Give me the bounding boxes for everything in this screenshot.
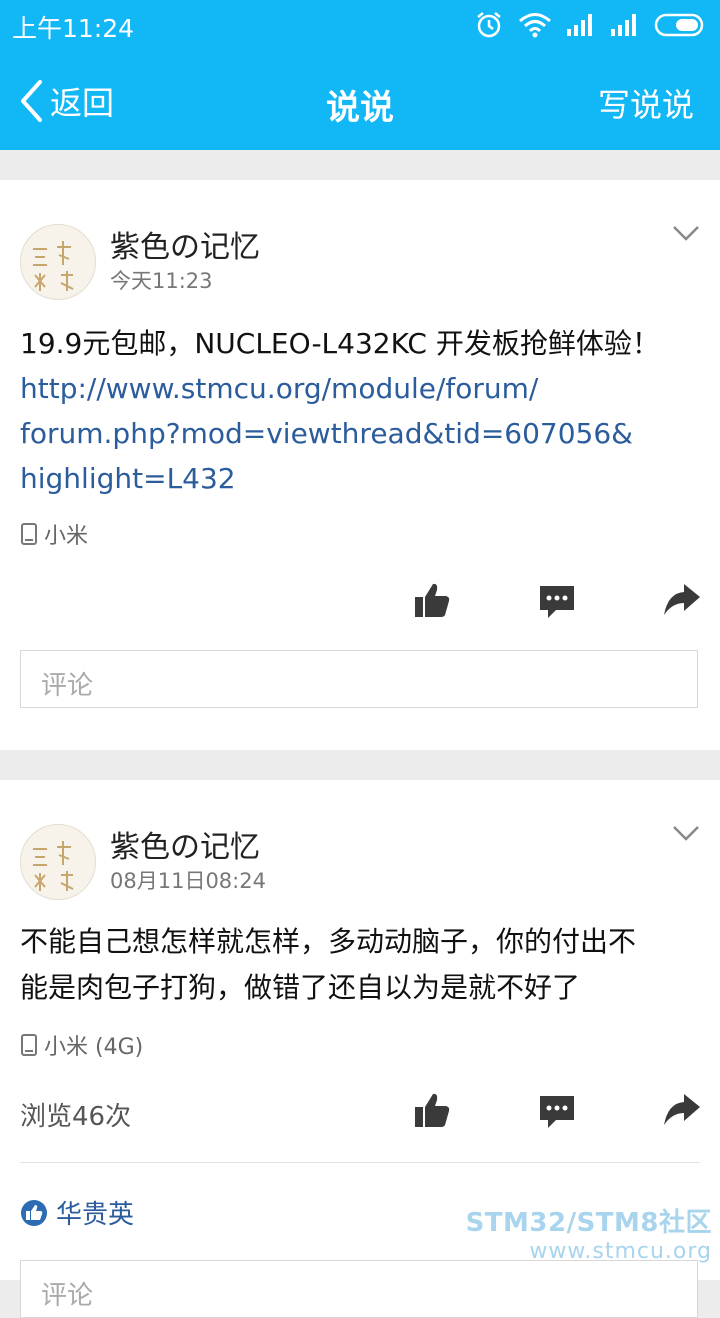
post-time: 08月11日08:24 xyxy=(110,869,266,893)
share-icon[interactable] xyxy=(662,583,702,617)
post-text-line: 能是肉包子打狗，做错了还自以为是就不好了 xyxy=(20,971,581,1004)
battery-icon xyxy=(654,13,704,37)
wifi-icon xyxy=(519,13,551,38)
signal-icon xyxy=(567,14,592,36)
phone-icon xyxy=(21,1034,37,1056)
avatar[interactable] xyxy=(20,224,96,300)
chevron-down-icon[interactable] xyxy=(672,824,700,842)
author-name[interactable]: 紫色の记忆 xyxy=(110,222,260,266)
chevron-down-icon[interactable] xyxy=(672,224,700,242)
post-actions xyxy=(0,1088,720,1138)
thumb-up-icon[interactable] xyxy=(412,580,452,620)
share-icon[interactable] xyxy=(662,1093,702,1127)
post-link-line: forum.php?mod=viewthread&tid=607056& xyxy=(20,417,634,450)
status-icons xyxy=(474,10,708,40)
top-bar: 上午11:24 返回 说说 写说说 xyxy=(0,0,720,150)
thumb-up-icon[interactable] xyxy=(412,1090,452,1130)
liker-name[interactable]: 华贵英 xyxy=(56,1194,134,1231)
post-actions xyxy=(0,578,720,628)
write-post-button[interactable]: 写说说 xyxy=(598,80,694,126)
post-link-line: highlight=L432 xyxy=(20,462,236,495)
watermark: STM32/STM8社区 www.stmcu.org xyxy=(466,1202,712,1264)
post-card: 紫色の记忆 今天11:23 19.9元包邮，NUCLEO-L432KC 开发板抢… xyxy=(0,180,720,750)
post-link-line: http://www.stmcu.org/module/forum/ xyxy=(20,372,539,405)
device-label: 小米 xyxy=(44,524,89,549)
likers-row: 华贵英 xyxy=(20,1194,134,1231)
author-name[interactable]: 紫色の记忆 xyxy=(110,822,260,866)
post-content: 不能自己想怎样就怎样，多动动脑子，你的付出不 能是肉包子打狗，做错了还自以为是就… xyxy=(20,919,700,1011)
watermark-url: www.stmcu.org xyxy=(529,1239,712,1264)
device-info: 小米 (4G) xyxy=(20,1029,143,1061)
device-info: 小米 xyxy=(20,518,88,550)
signal-icon xyxy=(611,14,636,36)
like-badge-icon xyxy=(21,1199,47,1226)
phone-icon xyxy=(21,523,37,545)
alarm-icon xyxy=(477,12,501,38)
comment-input[interactable]: 评论 xyxy=(20,1260,698,1318)
avatar-image xyxy=(21,825,95,899)
nav-bar: 返回 说说 写说说 xyxy=(0,50,720,150)
post-text: 19.9元包邮，NUCLEO-L432KC 开发板抢鲜体验！ xyxy=(20,327,660,360)
divider xyxy=(20,1162,700,1163)
status-bar: 上午11:24 xyxy=(0,0,720,50)
comment-input[interactable]: 评论 xyxy=(20,650,698,708)
device-label: 小米 (4G) xyxy=(44,1035,144,1060)
comment-icon[interactable] xyxy=(538,1094,576,1132)
post-text-line: 不能自己想怎样就怎样，多动动脑子，你的付出不 xyxy=(20,925,637,958)
post-link[interactable]: http://www.stmcu.org/module/forum/ forum… xyxy=(20,366,700,501)
post-time: 今天11:23 xyxy=(110,269,213,293)
watermark-title: STM32/STM8社区 xyxy=(465,1208,712,1238)
avatar-image xyxy=(21,225,95,299)
avatar[interactable] xyxy=(20,824,96,900)
comment-icon[interactable] xyxy=(538,584,576,622)
post-content: 19.9元包邮，NUCLEO-L432KC 开发板抢鲜体验！ http://ww… xyxy=(20,321,700,501)
status-time: 上午11:24 xyxy=(12,14,135,43)
